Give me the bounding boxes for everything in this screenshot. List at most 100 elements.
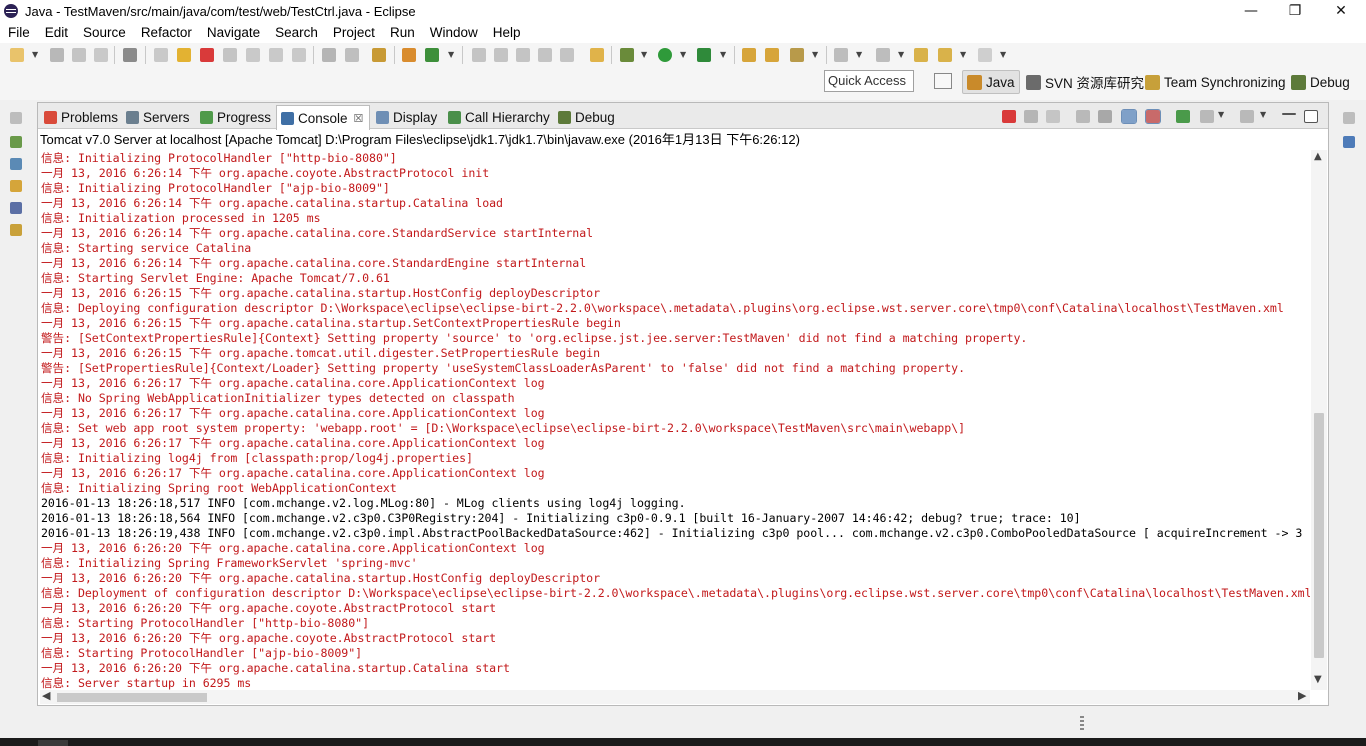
display-console-dropdown-icon[interactable]: ▼ bbox=[1218, 110, 1224, 119]
run-last-tool-icon[interactable] bbox=[697, 48, 711, 62]
console-output[interactable]: 信息: Initializing ProtocolHandler ["http-… bbox=[40, 150, 1310, 690]
taskbar-item[interactable] bbox=[38, 740, 68, 746]
restore-button[interactable]: ❐ bbox=[1272, 0, 1318, 22]
type-hierarchy-icon[interactable] bbox=[10, 202, 22, 214]
back-icon[interactable] bbox=[938, 48, 952, 62]
menu-help[interactable]: Help bbox=[485, 25, 528, 40]
step-over-icon[interactable] bbox=[269, 48, 283, 62]
scroll-right-arrow[interactable]: ▶ bbox=[1298, 689, 1306, 702]
menu-run[interactable]: Run bbox=[382, 25, 422, 40]
resume-icon[interactable] bbox=[154, 48, 168, 62]
tab-problems[interactable]: Problems bbox=[42, 106, 118, 128]
tab-console[interactable]: Console ☒ bbox=[276, 105, 371, 130]
perspective-team-sync[interactable]: Team Synchronizing bbox=[1145, 70, 1286, 94]
open-console-icon[interactable] bbox=[1240, 110, 1254, 123]
new-dropdown-icon[interactable]: ▼ bbox=[32, 50, 38, 59]
tab-debug[interactable]: Debug bbox=[556, 106, 615, 128]
minimize-button[interactable]: — bbox=[1228, 0, 1274, 22]
next-annotation-icon[interactable] bbox=[834, 48, 848, 62]
navigator-icon[interactable] bbox=[10, 180, 22, 192]
menu-search[interactable]: Search bbox=[267, 25, 325, 40]
remove-launch-icon[interactable] bbox=[1024, 110, 1038, 123]
status-bar-handle[interactable] bbox=[1080, 716, 1084, 732]
pin-console-icon[interactable] bbox=[1176, 110, 1190, 123]
last-edit-location-icon[interactable] bbox=[914, 48, 928, 62]
open-perspective-icon[interactable] bbox=[934, 73, 952, 89]
display-selected-console-icon[interactable] bbox=[1200, 110, 1214, 123]
restore-view-icon[interactable] bbox=[10, 112, 22, 124]
next-annotation-dropdown-icon[interactable]: ▼ bbox=[856, 50, 862, 59]
terminate-process-icon[interactable] bbox=[1002, 110, 1016, 123]
suspend-icon[interactable] bbox=[177, 48, 191, 62]
show-whitespace-icon[interactable] bbox=[560, 48, 574, 62]
step-return-icon[interactable] bbox=[292, 48, 306, 62]
horizontal-scrollbar[interactable]: ◀ ▶ bbox=[40, 689, 1310, 704]
scroll-left-arrow[interactable]: ◀ bbox=[42, 689, 50, 702]
menu-edit[interactable]: Edit bbox=[37, 25, 75, 40]
scroll-down-arrow[interactable]: ▼ bbox=[1314, 674, 1322, 685]
scroll-lock-icon[interactable] bbox=[1098, 110, 1112, 123]
use-step-filters-icon[interactable] bbox=[345, 48, 359, 62]
scroll-up-arrow[interactable]: ▲ bbox=[1314, 151, 1322, 162]
package-explorer-icon[interactable] bbox=[10, 136, 22, 148]
menu-source[interactable]: Source bbox=[75, 25, 133, 40]
open-task-icon[interactable] bbox=[472, 48, 486, 62]
terminate-icon[interactable] bbox=[200, 48, 214, 62]
previous-annotation-icon[interactable] bbox=[876, 48, 890, 62]
open-type-icon[interactable] bbox=[372, 48, 386, 62]
menu-file[interactable]: File bbox=[0, 25, 37, 40]
run-last-tool-dropdown-icon[interactable]: ▼ bbox=[720, 50, 726, 59]
horizontal-scroll-thumb[interactable] bbox=[57, 693, 207, 702]
close-window-button[interactable]: ✕ bbox=[1318, 0, 1364, 22]
vertical-scroll-thumb[interactable] bbox=[1314, 413, 1324, 658]
show-on-stderr-icon[interactable] bbox=[1145, 109, 1161, 124]
search-toolbar-icon[interactable] bbox=[790, 48, 804, 62]
tab-progress[interactable]: Progress bbox=[198, 106, 271, 128]
new-java-project-icon[interactable] bbox=[402, 48, 416, 62]
new-wizard-icon[interactable] bbox=[10, 48, 24, 62]
forward-icon[interactable] bbox=[978, 48, 992, 62]
quick-access-input[interactable]: Quick Access bbox=[824, 70, 914, 92]
block-selection-icon[interactable] bbox=[538, 48, 552, 62]
open-resource-icon[interactable] bbox=[765, 48, 779, 62]
annotation-icon[interactable] bbox=[494, 48, 508, 62]
debug-icon[interactable] bbox=[620, 48, 634, 62]
save-icon[interactable] bbox=[50, 48, 64, 62]
open-folder-icon[interactable] bbox=[590, 48, 604, 62]
menu-project[interactable]: Project bbox=[325, 25, 382, 40]
drop-to-frame-icon[interactable] bbox=[322, 48, 336, 62]
open-console-dropdown-icon[interactable]: ▼ bbox=[1260, 110, 1266, 119]
minimize-view-icon[interactable] bbox=[1282, 113, 1296, 115]
restore-right-view-icon[interactable] bbox=[1343, 112, 1355, 124]
close-tab-icon[interactable]: ☒ bbox=[354, 112, 364, 125]
tab-display[interactable]: Display bbox=[374, 106, 437, 128]
skip-breakpoints-icon[interactable] bbox=[123, 48, 137, 62]
menu-window[interactable]: Window bbox=[422, 25, 485, 40]
step-into-icon[interactable] bbox=[246, 48, 260, 62]
search-dropdown-icon[interactable]: ▼ bbox=[812, 50, 818, 59]
perspective-svn[interactable]: SVN 资源库研究 bbox=[1026, 70, 1144, 94]
maximize-view-icon[interactable] bbox=[1304, 110, 1318, 123]
menu-refactor[interactable]: Refactor bbox=[133, 25, 199, 40]
outline-icon[interactable] bbox=[10, 158, 22, 170]
previous-annotation-dropdown-icon[interactable]: ▼ bbox=[898, 50, 904, 59]
tab-servers[interactable]: Servers bbox=[124, 106, 190, 128]
remove-all-terminated-icon[interactable] bbox=[1046, 110, 1060, 123]
back-dropdown-icon[interactable]: ▼ bbox=[960, 50, 966, 59]
ant-icon[interactable] bbox=[10, 224, 22, 236]
window-title-bar[interactable]: Java - TestMaven/src/main/java/com/test/… bbox=[0, 0, 1366, 22]
new-class-icon[interactable] bbox=[425, 48, 439, 62]
save-all-icon[interactable] bbox=[72, 48, 86, 62]
perspective-java[interactable]: Java bbox=[962, 70, 1020, 94]
task-list-icon[interactable] bbox=[1343, 136, 1355, 148]
tab-call-hierarchy[interactable]: Call Hierarchy bbox=[446, 106, 550, 128]
forward-dropdown-icon[interactable]: ▼ bbox=[1000, 50, 1006, 59]
run-icon[interactable] bbox=[658, 48, 672, 62]
clear-console-icon[interactable] bbox=[1076, 110, 1090, 123]
vertical-scrollbar[interactable]: ▲ ▼ bbox=[1311, 150, 1327, 690]
show-on-stdout-icon[interactable] bbox=[1121, 109, 1137, 124]
disconnect-icon[interactable] bbox=[223, 48, 237, 62]
debug-dropdown-icon[interactable]: ▼ bbox=[641, 50, 647, 59]
perspective-debug[interactable]: Debug bbox=[1291, 70, 1350, 94]
toggle-mark-icon[interactable] bbox=[516, 48, 530, 62]
